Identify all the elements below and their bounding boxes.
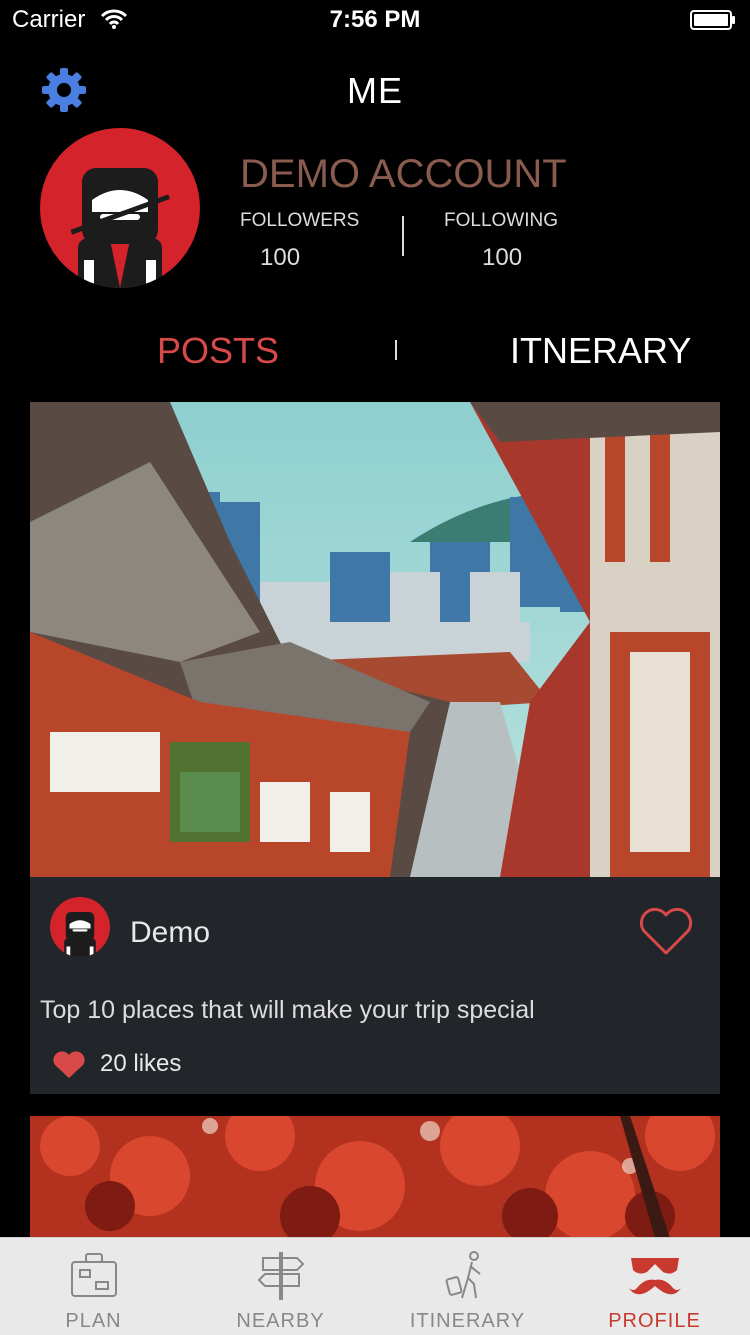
followers-label: FOLLOWERS xyxy=(240,210,360,231)
tab-itinerary[interactable]: ITNERARY xyxy=(510,330,691,372)
battery-icon xyxy=(690,10,735,30)
tabbar-item-profile[interactable]: PROFILE xyxy=(561,1238,748,1335)
page-title: ME xyxy=(347,70,403,111)
profile-avatar[interactable] xyxy=(40,128,200,288)
tabbar-item-plan[interactable]: PLAN xyxy=(0,1238,187,1335)
mustache-glasses-icon xyxy=(628,1258,681,1295)
account-name: DEMO ACCOUNT xyxy=(240,152,567,196)
tabbar-item-nearby[interactable]: NEARBY xyxy=(187,1238,374,1335)
tab-posts[interactable]: POSTS xyxy=(157,330,279,372)
tabbar-label-plan: PLAN xyxy=(65,1310,122,1332)
tabbar-label-nearby: NEARBY xyxy=(236,1310,325,1332)
post-image[interactable] xyxy=(30,402,720,877)
bottom-tab-bar: PLAN NEARBY ITINERARY PROFILE xyxy=(0,1237,750,1335)
followers-count[interactable]: 100 xyxy=(260,244,300,272)
status-bar: Carrier 7:56 PM xyxy=(0,0,750,40)
likes-count[interactable]: 20 likes xyxy=(100,1050,181,1078)
tabbar-label-profile: PROFILE xyxy=(608,1310,701,1332)
following-label: FOLLOWING xyxy=(444,210,559,231)
heart-filled-icon xyxy=(53,1051,85,1078)
post-author-name[interactable]: Demo xyxy=(130,916,210,950)
post-image[interactable] xyxy=(30,1116,720,1238)
post-card[interactable] xyxy=(30,1116,720,1238)
signpost-icon xyxy=(257,1252,304,1300)
tabbar-item-itinerary[interactable]: ITINERARY xyxy=(374,1238,561,1335)
heart-outline-icon[interactable] xyxy=(638,907,694,957)
traveler-icon xyxy=(445,1251,481,1299)
following-count[interactable]: 100 xyxy=(482,244,522,272)
tabbar-label-itinerary: ITINERARY xyxy=(409,1310,526,1332)
clock: 7:56 PM xyxy=(329,6,421,33)
stats-divider xyxy=(402,216,404,256)
luggage-icon xyxy=(70,1253,117,1297)
tab-divider xyxy=(395,340,397,360)
post-caption: Top 10 places that will make your trip s… xyxy=(40,996,535,1024)
post-card[interactable]: Demo Top 10 places that will make your t… xyxy=(30,402,720,1094)
post-author-avatar[interactable] xyxy=(50,897,110,957)
